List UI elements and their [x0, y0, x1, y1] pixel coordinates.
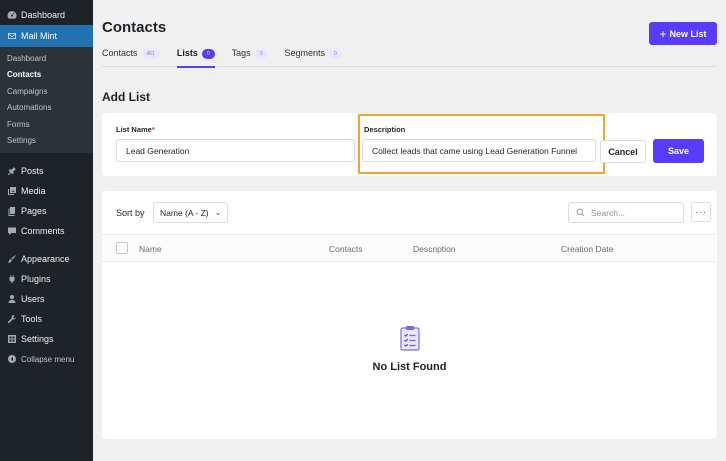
- admin-sidebar: Dashboard Mail Mint Dashboard Contacts C…: [0, 0, 93, 461]
- sidebar-item-label: Users: [21, 294, 45, 305]
- sidebar-item-comments[interactable]: Comments: [0, 221, 93, 241]
- media-icon: [6, 186, 17, 197]
- sidebar-item-users[interactable]: Users: [0, 289, 93, 309]
- mail-mint-submenu: Dashboard Contacts Campaigns Automations…: [0, 47, 93, 154]
- select-all-checkbox[interactable]: [116, 242, 128, 254]
- tab-tags[interactable]: Tags 3: [232, 46, 268, 67]
- main-content: Contacts + New List Contacts 461 Lists 0…: [93, 0, 726, 461]
- pin-icon: [6, 166, 17, 177]
- contact-tabs: Contacts 461 Lists 0 Tags 3 Segments 0: [102, 46, 717, 68]
- page-title: Contacts: [102, 19, 167, 36]
- count-badge: 461: [141, 49, 160, 59]
- add-list-title: Add List: [102, 90, 150, 104]
- comments-icon: [6, 226, 17, 237]
- sidebar-item-label: Collapse menu: [21, 354, 75, 364]
- description-highlight: [358, 114, 605, 174]
- search-box[interactable]: [568, 202, 684, 223]
- sort-by-label: Sort by: [116, 208, 145, 218]
- plus-icon: +: [659, 26, 667, 41]
- sidebar-item-dashboard[interactable]: Dashboard: [0, 5, 93, 25]
- count-badge: 0: [201, 49, 215, 59]
- sidebar-item-label: Media: [21, 186, 46, 197]
- sidebar-item-label: Mail Mint: [21, 31, 58, 41]
- sort-select[interactable]: Name (A - Z) ⌄: [153, 202, 228, 223]
- submenu-forms[interactable]: Forms: [0, 117, 93, 133]
- sidebar-item-label: Comments: [21, 226, 65, 237]
- submenu-automations[interactable]: Automations: [0, 100, 93, 116]
- sidebar-item-label: Appearance: [21, 254, 70, 265]
- new-list-label: New List: [669, 28, 707, 39]
- tab-label: Tags: [231, 48, 251, 58]
- sidebar-item-settings[interactable]: Settings: [0, 329, 93, 349]
- cancel-button[interactable]: Cancel: [600, 140, 646, 163]
- sidebar-item-mail-mint[interactable]: Mail Mint: [0, 25, 93, 47]
- search-input[interactable]: [591, 207, 671, 218]
- more-options-button[interactable]: ···: [691, 202, 711, 222]
- new-list-button[interactable]: + New List: [649, 22, 717, 45]
- list-name-label: List Name*: [116, 125, 155, 134]
- settings-icon: [6, 334, 17, 345]
- sidebar-item-media[interactable]: Media: [0, 181, 93, 201]
- tab-label: Lists: [176, 48, 198, 58]
- empty-state-message: No List Found: [372, 361, 447, 373]
- add-list-form: List Name* Lead Generation Description C…: [102, 113, 717, 176]
- column-creation-date[interactable]: Creation Date: [561, 244, 613, 254]
- sort-value: Name (A - Z): [160, 207, 209, 218]
- pages-icon: [6, 206, 17, 217]
- sidebar-item-label: Dashboard: [21, 10, 66, 20]
- clipboard-list-icon: [400, 326, 420, 351]
- column-description[interactable]: Description: [413, 244, 456, 254]
- plugin-icon: [6, 274, 17, 285]
- chevron-down-icon: ⌄: [214, 208, 222, 217]
- save-button[interactable]: Save: [653, 139, 704, 163]
- submenu-contacts[interactable]: Contacts: [0, 67, 93, 83]
- sidebar-item-posts[interactable]: Posts: [0, 161, 93, 181]
- sidebar-item-pages[interactable]: Pages: [0, 201, 93, 221]
- sidebar-item-label: Tools: [21, 314, 43, 325]
- lists-table-card: Sort by Name (A - Z) ⌄ ··· Name Contacts…: [102, 191, 717, 439]
- sidebar-item-label: Pages: [21, 206, 47, 217]
- table-header: Name Contacts Description Creation Date: [102, 234, 717, 262]
- sidebar-item-appearance[interactable]: Appearance: [0, 249, 93, 269]
- collapse-icon: [6, 354, 17, 365]
- search-icon: [576, 208, 585, 217]
- sidebar-item-label: Posts: [21, 166, 44, 177]
- submenu-dashboard[interactable]: Dashboard: [0, 51, 93, 67]
- submenu-campaigns[interactable]: Campaigns: [0, 84, 93, 100]
- tab-label: Segments: [284, 48, 325, 58]
- sidebar-item-tools[interactable]: Tools: [0, 309, 93, 329]
- sidebar-item-plugins[interactable]: Plugins: [0, 269, 93, 289]
- dashboard-icon: [6, 10, 17, 21]
- mail-icon: [6, 31, 17, 42]
- count-badge: 3: [254, 49, 268, 59]
- tab-contacts[interactable]: Contacts 461: [102, 46, 160, 67]
- sidebar-item-label: Settings: [21, 334, 54, 345]
- column-contacts[interactable]: Contacts: [329, 244, 363, 254]
- submenu-settings[interactable]: Settings: [0, 133, 93, 149]
- count-badge: 0: [329, 49, 342, 59]
- sidebar-collapse-menu[interactable]: Collapse menu: [0, 349, 93, 369]
- tab-segments[interactable]: Segments 0: [284, 46, 342, 67]
- tab-lists[interactable]: Lists 0: [176, 46, 215, 68]
- users-icon: [6, 294, 17, 305]
- wrench-icon: [6, 314, 17, 325]
- column-name[interactable]: Name: [139, 244, 162, 254]
- brush-icon: [6, 254, 17, 265]
- sidebar-item-label: Plugins: [21, 274, 51, 285]
- list-name-input[interactable]: Lead Generation: [116, 139, 355, 162]
- tab-label: Contacts: [102, 48, 138, 58]
